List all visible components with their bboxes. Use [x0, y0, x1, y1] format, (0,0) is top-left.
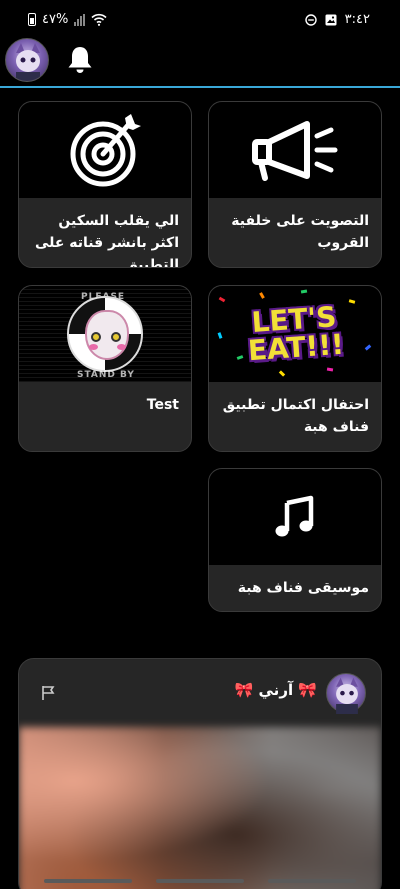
megaphone-icon — [252, 121, 338, 181]
signal-icon — [74, 13, 86, 26]
battery-icon — [28, 13, 36, 26]
confetti — [326, 367, 334, 372]
card-title: احتفال اكتمال تطبيق فناف هبة — [222, 397, 369, 435]
card-title: الي يقلب السكين اكثر بانشر قناته على الت… — [34, 213, 179, 268]
gesture-bar — [156, 879, 244, 883]
card-knife-flip-challenge[interactable]: الي يقلب السكين اكثر بانشر قناته على الت… — [18, 101, 192, 268]
status-bar: ٤٧% ٣:٤٢ — [0, 0, 400, 40]
card-thumbnail: PLEASE STAND BY — [19, 286, 191, 382]
top-bar — [0, 36, 400, 86]
mascot-cheek — [89, 344, 98, 350]
card-thumbnail — [209, 102, 381, 198]
accent-divider — [0, 86, 400, 88]
mascot-character-icon — [67, 296, 143, 372]
battery-percent: ٤٧% — [42, 12, 69, 27]
do-not-disturb-icon — [304, 13, 317, 26]
gesture-bar — [268, 879, 356, 883]
card-title: موسيقى فناف هبة — [237, 580, 369, 596]
card-thumbnail — [209, 469, 381, 565]
post-author-avatar[interactable] — [326, 673, 366, 714]
card-test[interactable]: PLEASE STAND BY Test — [18, 285, 192, 452]
post-author-name[interactable]: 🎀 آرني 🎀 — [235, 681, 317, 699]
avatar-character-icon — [16, 43, 40, 81]
profile-avatar[interactable] — [5, 38, 49, 82]
confetti — [259, 292, 265, 299]
music-note-icon — [275, 495, 314, 537]
card-title: Test — [146, 397, 179, 413]
notifications-bell-icon[interactable] — [64, 44, 96, 76]
report-flag-icon[interactable] — [41, 685, 55, 701]
avatar-character-icon — [336, 677, 358, 714]
gesture-bar — [44, 879, 132, 883]
mascot-eye — [91, 332, 101, 342]
clock: ٣:٤٢ — [344, 12, 370, 27]
card-title: التصويت على خلفية القروب — [231, 213, 369, 251]
wifi-icon — [91, 13, 107, 26]
post-media-image[interactable] — [19, 727, 381, 889]
mascot-eye — [111, 332, 121, 342]
image-icon — [325, 14, 337, 25]
lets-eat-text: LET'S EAT!!! — [246, 300, 345, 368]
card-music[interactable]: موسيقى فناف هبة — [208, 468, 382, 612]
status-right: ٣:٤٢ — [304, 12, 370, 27]
status-left: ٤٧% — [28, 12, 107, 27]
post-header: 🎀 آرني 🎀 — [19, 659, 381, 727]
card-group-background-vote[interactable]: التصويت على خلفية القروب — [208, 101, 382, 268]
confetti — [218, 296, 226, 303]
feed-post[interactable]: 🎀 آرني 🎀 — [18, 658, 382, 889]
thumb-bottom-text: STAND BY — [77, 370, 135, 380]
card-thumbnail: LET'S EAT!!! — [209, 286, 381, 382]
card-thumbnail — [19, 102, 191, 198]
confetti — [300, 289, 308, 294]
target-icon — [70, 114, 141, 187]
mascot-face — [85, 310, 129, 360]
confetti — [278, 370, 286, 377]
mascot-cheek — [117, 344, 126, 350]
card-app-completion-celebration[interactable]: LET'S EAT!!! احتفال اكتمال تطبيق فناف هب… — [208, 285, 382, 452]
